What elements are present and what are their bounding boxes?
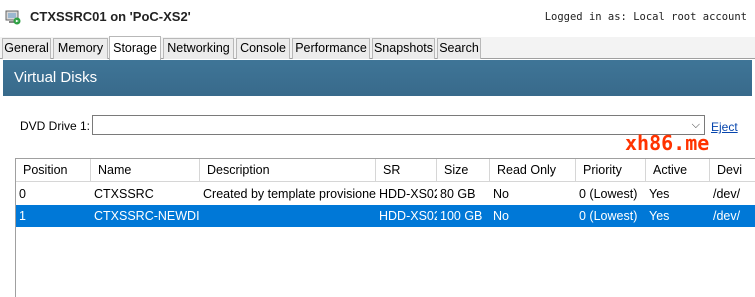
tab-label: Search [439, 41, 479, 55]
dvd-drive-label: DVD Drive 1: [20, 119, 91, 133]
cell-description: Created by template provisioner [203, 187, 376, 201]
dvd-drive-select[interactable]: ⌵ [92, 115, 705, 135]
cell-active: Yes [649, 209, 670, 223]
section-header: Virtual Disks [3, 60, 752, 96]
column-header-device[interactable]: Devi [710, 159, 755, 182]
cell-device: /dev/ [713, 209, 741, 223]
tab-label: General [4, 41, 49, 55]
cell-sr: HDD-XS02 [379, 187, 437, 201]
cell-read-only: No [493, 209, 509, 223]
table-header: Position Name Description SR Size Read O… [16, 159, 755, 182]
watermark: xh86.me [625, 131, 710, 155]
cell-position: 1 [19, 209, 26, 223]
tab-label: Memory [57, 41, 104, 55]
tab-label: Console [240, 41, 286, 55]
tab-label: Snapshots [373, 41, 434, 55]
cell-active: Yes [649, 187, 670, 201]
column-header-position[interactable]: Position [16, 159, 91, 182]
tab-label: Networking [167, 41, 230, 55]
tab-storage[interactable]: Storage [109, 36, 161, 60]
title-bar: CTXSSRC01 on 'PoC-XS2' Logged in as: Loc… [0, 0, 755, 36]
login-info: Logged in as: Local root account [544, 11, 747, 23]
cell-sr: HDD-XS02 [379, 209, 437, 223]
column-header-priority[interactable]: Priority [576, 159, 646, 182]
column-header-size[interactable]: Size [437, 159, 490, 182]
chevron-down-icon[interactable]: ⌵ [692, 118, 700, 132]
cell-name: CTXSSRC [94, 187, 154, 201]
tab-networking[interactable]: Networking [163, 38, 234, 59]
cell-size: 100 GB [440, 209, 483, 223]
tab-label: Storage [113, 41, 157, 55]
tab-label: Performance [295, 41, 367, 55]
tab-memory[interactable]: Memory [53, 38, 108, 59]
column-header-name[interactable]: Name [91, 159, 200, 182]
cell-size: 80 GB [440, 187, 476, 201]
column-header-description[interactable]: Description [200, 159, 376, 182]
table-row-selected[interactable]: 1 CTXSSRC-NEWDI... HDD-XS02 100 GB No 0 … [16, 205, 755, 227]
cell-read-only: No [493, 187, 509, 201]
tab-search[interactable]: Search [437, 38, 481, 59]
tab-bar: General Memory Storage Networking Consol… [0, 36, 755, 60]
eject-link[interactable]: Eject [711, 120, 738, 134]
cell-priority: 0 (Lowest) [579, 187, 638, 201]
column-header-read-only[interactable]: Read Only [490, 159, 576, 182]
cell-description [200, 205, 376, 227]
tab-console[interactable]: Console [236, 38, 290, 59]
vm-title: CTXSSRC01 on 'PoC-XS2' [30, 9, 191, 24]
tab-snapshots[interactable]: Snapshots [372, 38, 435, 59]
cell-position: 0 [19, 187, 26, 201]
cell-device: /dev/ [713, 187, 741, 201]
tab-performance[interactable]: Performance [292, 38, 370, 59]
cell-name: CTXSSRC-NEWDI... [94, 209, 200, 223]
section-title: Virtual Disks [14, 69, 98, 86]
table-row[interactable]: 0 CTXSSRC Created by template provisione… [16, 183, 755, 205]
cell-priority: 0 (Lowest) [579, 209, 638, 223]
virtual-disks-table: Position Name Description SR Size Read O… [15, 158, 755, 297]
tab-general[interactable]: General [2, 38, 51, 59]
column-header-sr[interactable]: SR [376, 159, 437, 182]
column-header-active[interactable]: Active [646, 159, 710, 182]
vm-running-icon [5, 10, 21, 25]
